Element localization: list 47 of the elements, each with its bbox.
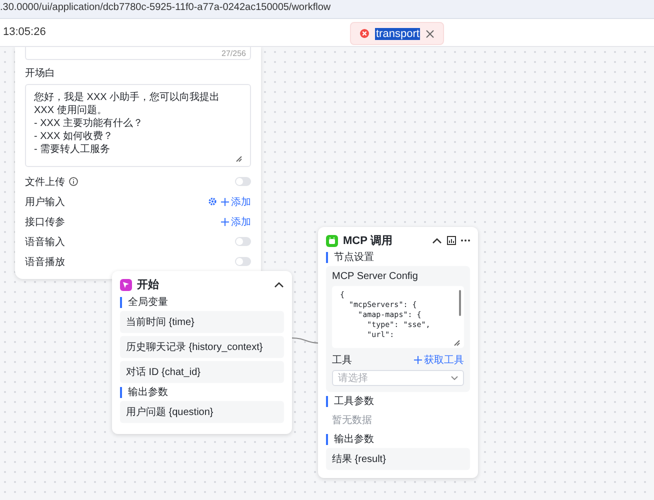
toggle-switch[interactable]: [235, 257, 251, 266]
plus-icon: [414, 356, 422, 364]
resize-icon[interactable]: [454, 340, 460, 346]
resize-icon[interactable]: [236, 156, 242, 162]
config-label: MCP Server Config: [332, 271, 419, 282]
chevron-up-icon[interactable]: [274, 282, 284, 288]
connector-line: [292, 338, 318, 344]
section-title: 输出参数: [120, 387, 284, 398]
plus-icon: [221, 198, 229, 206]
gear-icon[interactable]: [208, 197, 217, 206]
more-icon[interactable]: [461, 239, 470, 242]
variable-item: 用户问题 {question}: [120, 401, 284, 423]
tool-select[interactable]: 请选择: [332, 370, 464, 386]
node-title: MCP 调用: [343, 234, 394, 248]
section-title: 全局变量: [120, 297, 284, 308]
chevron-up-icon[interactable]: [432, 238, 442, 244]
section-title: 工具参数: [326, 396, 470, 407]
close-icon[interactable]: [426, 30, 434, 38]
section-title: 输出参数: [326, 434, 470, 445]
setting-label: 文件上传: [25, 176, 65, 188]
add-link[interactable]: 添加: [221, 194, 251, 208]
time-text: 13:05:26: [3, 26, 46, 38]
toggle-switch[interactable]: [235, 237, 251, 246]
url-text: .30.0000/ui/application/dcb7780c-5925-11f0-a77a-0242ac150005/workflow: [0, 2, 331, 14]
chevron-down-icon: [451, 376, 458, 380]
setting-label: 语音输入: [25, 236, 65, 248]
setting-label: 接口传参: [25, 216, 65, 228]
output-item: 结果 {result}: [326, 448, 470, 470]
greeting-field[interactable]: 您好，我是 XXX 小助手，您可以向我提出 XXX 使用问题。 - XXX 主要功能有什么？ - XXX 如何收费？ - 需要转人工服务: [25, 84, 251, 167]
chart-icon[interactable]: [447, 236, 456, 245]
empty-text: 暂无数据: [331, 414, 373, 428]
fetch-tools-link[interactable]: 获取工具: [414, 353, 464, 367]
setting-label: 语音播放: [25, 256, 65, 268]
error-icon: [360, 29, 369, 38]
add-link[interactable]: 添加: [221, 214, 251, 228]
character-counter: 27/256: [222, 49, 246, 58]
variable-item: 历史聊天记录 {history_context}: [120, 336, 284, 358]
section-title: 节点设置: [326, 252, 470, 263]
variable-item: 对话 ID {chat_id}: [120, 361, 284, 383]
toggle-switch[interactable]: [235, 177, 251, 186]
toast-message: transport: [375, 28, 420, 40]
tools-label: 工具: [332, 354, 352, 367]
variable-item: 当前时间 {time}: [120, 311, 284, 333]
greeting-label: 开场白: [25, 67, 56, 80]
plus-icon: [221, 218, 229, 226]
node-title: 开始: [137, 278, 160, 292]
setting-label: 用户输入: [25, 196, 65, 208]
